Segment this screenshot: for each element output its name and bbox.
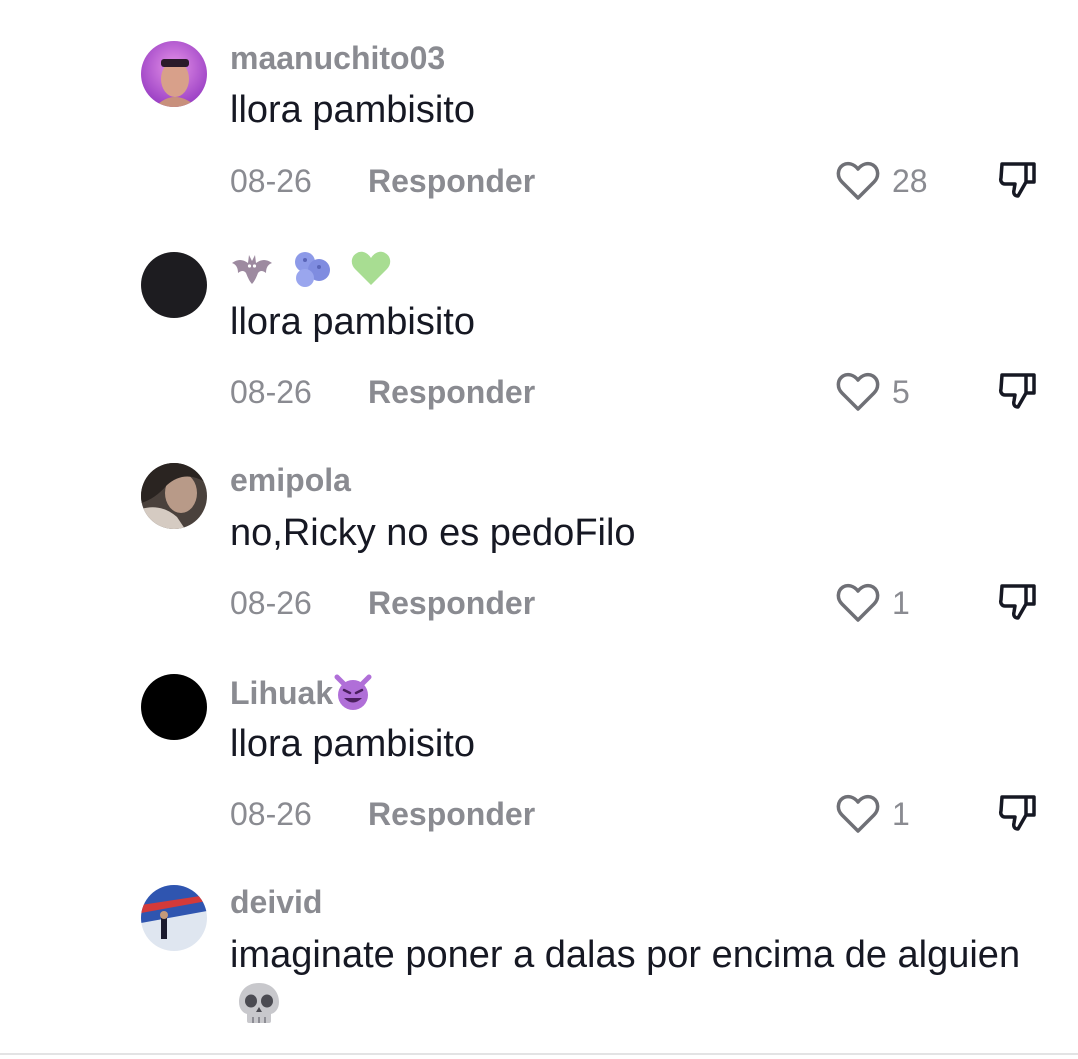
comment-text-content: imaginate poner a dalas por encima de al… — [230, 934, 1021, 976]
heart-icon[interactable] — [836, 161, 880, 201]
username[interactable]: Lihuak — [230, 673, 373, 718]
bat-emoji — [230, 251, 274, 294]
username-text: Lihuak — [230, 674, 334, 711]
comment-date: 08-26 — [230, 163, 312, 199]
avatar[interactable] — [141, 463, 207, 529]
avatar[interactable] — [141, 252, 207, 318]
comment-text: llora pambisito — [230, 301, 475, 343]
comment-text: llora pambisito — [230, 89, 475, 131]
username[interactable]: emipola — [230, 462, 351, 498]
like-count: 28 — [892, 163, 928, 199]
avatar[interactable] — [141, 885, 207, 951]
dislike-icon[interactable] — [996, 791, 1040, 835]
heart-icon[interactable] — [836, 794, 880, 834]
dislike-icon[interactable] — [996, 580, 1040, 624]
reply-button[interactable]: Responder — [368, 163, 535, 199]
blueberries-emoji — [291, 250, 333, 295]
smiling-devil-emoji — [333, 673, 373, 718]
dislike-icon[interactable] — [996, 369, 1040, 413]
reply-button[interactable]: Responder — [368, 374, 535, 410]
heart-icon[interactable] — [836, 372, 880, 412]
like-count: 5 — [892, 374, 910, 410]
reply-button[interactable]: Responder — [368, 796, 535, 832]
like-count: 1 — [892, 585, 910, 621]
comment-date: 08-26 — [230, 374, 312, 410]
comment-text: llora pambisito — [230, 723, 475, 765]
username[interactable] — [230, 250, 392, 295]
username[interactable]: deivid — [230, 884, 322, 920]
green-heart-emoji — [350, 250, 392, 295]
comment-date: 08-26 — [230, 796, 312, 832]
username[interactable]: maanuchito03 — [230, 40, 445, 76]
comment-text: no,Ricky no es pedoFilo — [230, 512, 636, 554]
heart-icon[interactable] — [836, 583, 880, 623]
reply-button[interactable]: Responder — [368, 585, 535, 621]
comment-date: 08-26 — [230, 585, 312, 621]
avatar[interactable] — [141, 674, 207, 740]
comment-text: imaginate poner a dalas por encima de al… — [230, 929, 1030, 1039]
dislike-icon[interactable] — [996, 158, 1040, 202]
skull-emoji — [236, 981, 282, 1039]
avatar[interactable] — [141, 41, 207, 107]
like-count: 1 — [892, 796, 910, 832]
divider — [0, 1053, 1078, 1055]
